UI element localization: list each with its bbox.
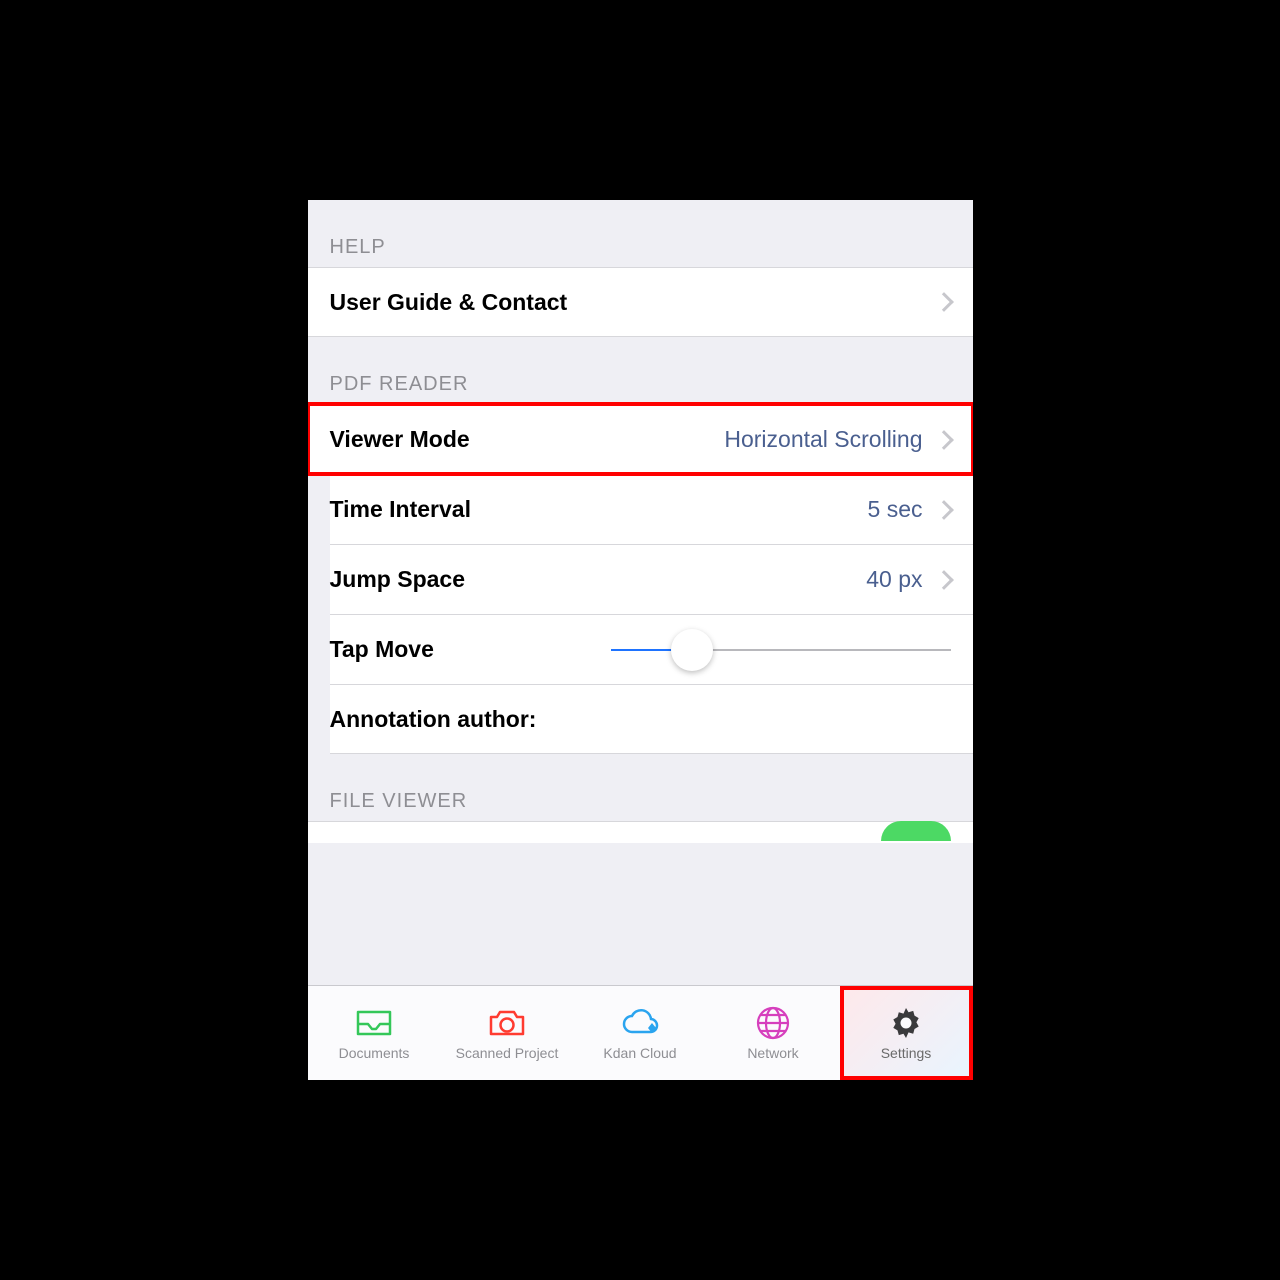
chevron-right-icon <box>934 570 954 590</box>
tab-label: Documents <box>339 1045 410 1061</box>
row-partial-cutoff <box>308 821 973 843</box>
row-tap-move: Tap Move <box>330 614 973 684</box>
tab-documents[interactable]: Documents <box>308 986 441 1080</box>
row-label: User Guide & Contact <box>330 289 931 316</box>
row-viewer-mode[interactable]: Viewer Mode Horizontal Scrolling <box>308 404 973 474</box>
tab-scanned-project[interactable]: Scanned Project <box>441 986 574 1080</box>
inbox-icon <box>352 1005 396 1041</box>
row-label: Time Interval <box>330 496 868 523</box>
row-jump-space[interactable]: Jump Space 40 px <box>330 544 973 614</box>
toggle-switch-peek[interactable] <box>881 821 951 841</box>
tap-move-slider[interactable] <box>611 649 951 651</box>
slider-thumb[interactable] <box>671 629 713 671</box>
tab-label: Settings <box>881 1045 932 1061</box>
cloud-icon <box>618 1005 662 1041</box>
globe-icon <box>751 1005 795 1041</box>
row-user-guide[interactable]: User Guide & Contact <box>308 267 973 337</box>
row-annotation-author[interactable]: Annotation author: <box>330 684 973 754</box>
row-value: 5 sec <box>868 496 931 523</box>
chevron-right-icon <box>934 500 954 520</box>
tab-label: Scanned Project <box>456 1045 559 1061</box>
row-label: Tap Move <box>330 636 611 663</box>
tab-kdan-cloud[interactable]: Kdan Cloud <box>574 986 707 1080</box>
tab-label: Kdan Cloud <box>603 1045 676 1061</box>
section-header-help: HELP <box>308 200 973 267</box>
row-label: Viewer Mode <box>330 426 725 453</box>
slider-track <box>611 649 951 651</box>
section-header-file-viewer: FILE VIEWER <box>308 754 973 821</box>
row-label: Jump Space <box>330 566 867 593</box>
tab-label: Network <box>747 1045 798 1061</box>
gear-icon <box>884 1005 928 1041</box>
section-header-pdf-reader: PDF READER <box>308 337 973 404</box>
tab-settings[interactable]: Settings <box>840 986 973 1080</box>
settings-scroll-area[interactable]: HELP User Guide & Contact PDF READER Vie… <box>308 200 973 985</box>
chevron-right-icon <box>934 292 954 312</box>
group-pdf-reader: Viewer Mode Horizontal Scrolling Time In… <box>308 404 973 754</box>
row-value: 40 px <box>866 566 930 593</box>
row-value: Horizontal Scrolling <box>724 426 930 453</box>
settings-screen: HELP User Guide & Contact PDF READER Vie… <box>308 200 973 1080</box>
tab-network[interactable]: Network <box>707 986 840 1080</box>
camera-icon <box>485 1005 529 1041</box>
row-time-interval[interactable]: Time Interval 5 sec <box>330 474 973 544</box>
tab-bar: Documents Scanned Project Kdan Cloud Net… <box>308 985 973 1080</box>
chevron-right-icon <box>934 430 954 450</box>
row-label: Annotation author: <box>330 706 951 733</box>
